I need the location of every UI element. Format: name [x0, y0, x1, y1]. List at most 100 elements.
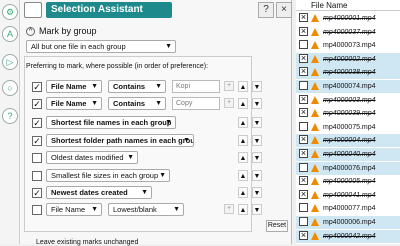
mark-checkbox[interactable]: ×	[299, 189, 308, 199]
list-item[interactable]: × mp4000037.mp4	[296, 26, 400, 39]
mark-checkbox[interactable]: ×	[299, 53, 308, 63]
move-up-button[interactable]: ▲	[238, 81, 248, 92]
play-icon[interactable]: ▷	[2, 54, 18, 70]
vlc-file-icon	[311, 163, 319, 172]
list-item[interactable]: × mp4000005.mp4	[296, 175, 400, 188]
mark-by-group-header[interactable]: ^ Mark by group	[26, 26, 166, 38]
mark-checkbox[interactable]: ×	[299, 94, 308, 104]
mark-checkbox[interactable]: ×	[299, 176, 308, 186]
mark-checkbox[interactable]: ×	[299, 26, 308, 36]
criteria-checkbox[interactable]: ✓	[32, 136, 42, 146]
list-item[interactable]: × mp4000002.mp4	[296, 52, 400, 66]
file-name: mp4000039.mp4	[323, 110, 376, 118]
column-header[interactable]: File Name	[296, 0, 400, 11]
add-icon[interactable]: +	[224, 81, 234, 91]
criteria-checkbox[interactable]	[32, 171, 42, 181]
list-item[interactable]: × mp4000003.mp4	[296, 94, 400, 107]
criteria-checkbox[interactable]: ✓	[32, 99, 42, 109]
collapse-icon[interactable]: ^	[26, 27, 35, 37]
file-name: mp4000037.mp4	[323, 28, 376, 36]
file-name: mp4000074.mp4	[323, 83, 376, 90]
list-item[interactable]: mp4000006.mp4	[296, 216, 400, 229]
criteria-checkbox[interactable]: ✓	[32, 82, 42, 92]
move-up-button[interactable]: ▲	[238, 187, 248, 198]
move-down-button[interactable]: ▼	[252, 98, 262, 109]
mark-checkbox[interactable]	[299, 121, 308, 131]
move-down-button[interactable]: ▼	[252, 204, 262, 215]
field-dropdown[interactable]: Oldest dates modified ▼	[46, 151, 138, 164]
mark-checkbox[interactable]	[299, 217, 308, 226]
mark-checkbox[interactable]: ×	[299, 135, 308, 145]
reset-button[interactable]: Reset	[266, 220, 288, 232]
move-up-button[interactable]: ▲	[238, 117, 248, 128]
mark-checkbox[interactable]: ×	[299, 149, 308, 158]
list-item[interactable]: × mp4000040.mp4	[296, 148, 400, 161]
value-input[interactable]: Kopi	[172, 80, 220, 93]
operator-dropdown[interactable]: Contains ▼	[108, 80, 166, 93]
search-icon[interactable]: ○	[2, 80, 18, 96]
file-name: mp4000002.mp4	[323, 55, 376, 63]
file-name: mp4000003.mp4	[323, 96, 376, 104]
list-item[interactable]: mp4000077.mp4	[296, 202, 400, 215]
list-item[interactable]: × mp4000042.mp4	[296, 229, 400, 243]
mark-checkbox[interactable]	[299, 40, 308, 50]
mark-checkbox[interactable]: ×	[299, 67, 308, 77]
criteria-checkbox[interactable]	[32, 205, 42, 215]
field-dropdown[interactable]: Shortest file names in each group ▼	[46, 116, 176, 129]
add-icon[interactable]: +	[224, 204, 234, 214]
field-dropdown[interactable]: Newest dates created ▼	[46, 186, 152, 199]
move-down-button[interactable]: ▼	[252, 187, 262, 198]
criteria-checkbox[interactable]	[32, 153, 42, 163]
mark-checkbox[interactable]	[299, 81, 308, 90]
list-item[interactable]: × mp4000004.mp4	[296, 134, 400, 148]
move-down-button[interactable]: ▼	[252, 170, 262, 181]
field-dropdown[interactable]: File Name ▼	[46, 97, 102, 110]
close-button[interactable]: ×	[276, 2, 292, 18]
list-item[interactable]: mp4000074.mp4	[296, 80, 400, 93]
add-icon[interactable]: +	[224, 98, 234, 108]
list-item[interactable]: × mp4000001.mp4	[296, 12, 400, 25]
field-dropdown[interactable]: File Name ▼	[46, 80, 102, 93]
operator-dropdown[interactable]: Lowest/blank ▼	[108, 203, 184, 216]
file-list: File Name × mp4000001.mp4 × mp4000037.mp4 mp…	[296, 0, 400, 244]
move-down-button[interactable]: ▼	[252, 135, 262, 146]
mark-checkbox[interactable]	[299, 203, 308, 213]
move-down-button[interactable]: ▼	[252, 81, 262, 92]
list-item[interactable]: × mp4000039.mp4	[296, 107, 400, 120]
criteria-checkbox[interactable]: ✓	[32, 118, 42, 128]
move-up-button[interactable]: ▲	[238, 170, 248, 181]
scope-dropdown[interactable]: All but one file in each group ▼	[26, 40, 176, 53]
field-dropdown[interactable]: Shortest folder path names in each group…	[46, 134, 194, 147]
criteria-checkbox[interactable]: ✓	[32, 188, 42, 198]
field-dropdown[interactable]: Smallest file sizes in each group ▼	[46, 169, 170, 182]
mode-icon-2[interactable]: A	[2, 26, 18, 42]
mark-checkbox[interactable]: ×	[299, 108, 308, 118]
mark-checkbox[interactable]: ×	[299, 230, 308, 240]
move-down-button[interactable]: ▼	[252, 152, 262, 163]
mark-checkbox[interactable]: ×	[299, 13, 308, 22]
mode-icon-1[interactable]: ⚙	[2, 4, 18, 20]
move-up-button[interactable]: ▲	[238, 152, 248, 163]
list-item[interactable]: mp4000073.mp4	[296, 39, 400, 52]
titlebar: Selection Assistant ? ×	[20, 0, 292, 20]
vlc-file-icon	[311, 136, 319, 145]
value-input[interactable]: Copy	[172, 97, 220, 110]
move-up-button[interactable]: ▲	[238, 98, 248, 109]
list-item[interactable]: mp4000076.mp4	[296, 161, 400, 175]
mark-checkbox[interactable]	[299, 162, 308, 172]
list-item[interactable]: × mp4000038.mp4	[296, 66, 400, 80]
field-dropdown[interactable]: File Name ▼	[46, 203, 102, 216]
list-item[interactable]: mp4000075.mp4	[296, 121, 400, 134]
help-button[interactable]: ?	[258, 2, 274, 18]
vlc-file-icon	[311, 204, 319, 213]
scope-dropdown-value: All but one file in each group	[31, 42, 126, 51]
move-down-button[interactable]: ▼	[252, 117, 262, 128]
move-up-button[interactable]: ▲	[238, 135, 248, 146]
operator-dropdown[interactable]: Contains ▼	[108, 97, 166, 110]
move-up-button[interactable]: ▲	[238, 204, 248, 215]
leave-marks-label[interactable]: Leave existing marks unchanged	[36, 239, 138, 246]
list-item[interactable]: × mp4000041.mp4	[296, 189, 400, 202]
criteria-row: ✓ Shortest folder path names in each gro…	[28, 134, 288, 149]
vlc-file-icon	[311, 68, 319, 77]
help-icon[interactable]: ?	[2, 108, 18, 124]
